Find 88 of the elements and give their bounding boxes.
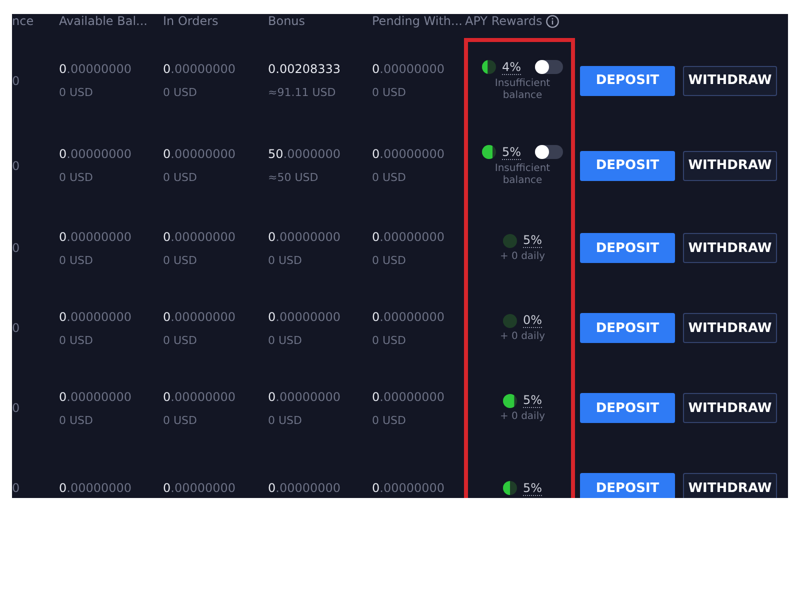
usd-value: 0 USD <box>268 414 303 426</box>
deposit-button[interactable]: DEPOSIT <box>580 313 675 343</box>
gauge-icon <box>502 234 517 248</box>
usd-value: ≈91.11 USD <box>268 86 337 99</box>
usd-value: 0 USD <box>372 86 407 99</box>
usd-value: 0 USD <box>372 414 407 426</box>
apy-rate: 5% <box>522 233 542 248</box>
toggle-switch[interactable] <box>535 145 564 159</box>
amount-value: 0.00000000 <box>59 230 133 244</box>
amount-value: 0.00000000 <box>163 230 237 244</box>
amount-value: 0.00000000 <box>59 310 133 324</box>
gauge-icon <box>502 394 517 408</box>
amount-value: 0 <box>12 401 21 415</box>
usd-value: 0 USD <box>59 171 94 184</box>
amount-value: 0.00000000 <box>268 230 342 244</box>
amount-value: 0.00000000 <box>59 62 133 76</box>
usd-value: 0 USD <box>268 254 303 266</box>
amount-value: 0.00000000 <box>163 481 237 495</box>
withdraw-button[interactable]: WITHDRAW <box>683 473 777 498</box>
amount-value: 0.00208333 <box>268 62 342 76</box>
amount-value: 0.00000000 <box>372 62 446 76</box>
usd-value: 0 USD <box>372 254 407 266</box>
column-header: Bonus <box>268 14 306 28</box>
apy-rate: 4% <box>502 60 522 74</box>
deposit-button[interactable]: DEPOSIT <box>580 66 675 96</box>
withdraw-button[interactable]: WITHDRAW <box>683 313 777 343</box>
withdraw-button[interactable]: WITHDRAW <box>683 233 777 263</box>
column-header: In Orders <box>163 14 220 28</box>
usd-value: 0 USD <box>59 334 94 346</box>
usd-value: 0 USD <box>372 334 407 346</box>
deposit-button[interactable]: DEPOSIT <box>580 233 675 263</box>
gauge-icon <box>482 145 496 159</box>
amount-value: 0.00000000 <box>372 390 446 404</box>
usd-value: 0 USD <box>59 86 94 99</box>
apy-rate: 0% <box>522 313 542 328</box>
amount-value: 0.00000000 <box>59 390 133 404</box>
amount-value: 0.00000000 <box>163 147 237 161</box>
gauge-icon <box>502 481 517 495</box>
amount-value: 0.00000000 <box>163 390 237 404</box>
toggle-switch[interactable] <box>535 60 564 74</box>
daily-reward: + 0 daily <box>498 331 546 343</box>
deposit-button[interactable]: DEPOSIT <box>580 150 675 180</box>
deposit-button[interactable]: DEPOSIT <box>580 393 675 423</box>
usd-value: 0 USD <box>268 334 303 346</box>
amount-value: 0.00000000 <box>268 310 342 324</box>
daily-reward: + 0 daily <box>498 411 546 423</box>
usd-value: 0 USD <box>59 254 94 266</box>
gauge-icon <box>502 314 517 328</box>
usd-value: 0 USD <box>163 254 198 266</box>
amount-value: 0.00000000 <box>372 147 446 161</box>
usd-value: 0 USD <box>163 86 198 99</box>
gauge-icon <box>482 60 496 74</box>
amount-value: 0.00000000 <box>372 310 446 324</box>
usd-value: 0 USD <box>372 171 407 184</box>
usd-value: 0 USD <box>59 414 94 426</box>
amount-value: 0.00000000 <box>163 62 237 76</box>
amount-value: 50.0000000 <box>268 147 342 161</box>
amount-value: 0.00000000 <box>268 390 342 404</box>
amount-value: 0.00000000 <box>268 481 342 495</box>
withdraw-button[interactable]: WITHDRAW <box>683 150 777 180</box>
apy-rate: 5% <box>522 393 542 408</box>
column-header: Pending With... <box>372 14 464 28</box>
daily-reward: + 0 daily <box>498 251 546 263</box>
amount-value: 0 <box>12 481 21 495</box>
column-header: Available Bal... <box>59 14 148 28</box>
amount-value: 0.00000000 <box>59 147 133 161</box>
status-note: Insufficient balance <box>494 162 552 186</box>
amount-value: 0.00000000 <box>163 310 237 324</box>
amount-value: 0 <box>12 158 21 172</box>
status-note: Insufficient balance <box>494 78 552 102</box>
deposit-button[interactable]: DEPOSIT <box>580 473 675 498</box>
apy-rate: 5% <box>522 480 542 496</box>
usd-value: 0 USD <box>163 334 198 346</box>
amount-value: 0 <box>12 321 21 335</box>
amount-value: 0.00000000 <box>59 481 133 495</box>
usd-value: 0 USD <box>163 171 198 184</box>
amount-value: 0 <box>12 241 21 255</box>
amount-value: 0.00000000 <box>372 230 446 244</box>
amount-value: 0.00000000 <box>372 481 446 495</box>
info-icon <box>546 14 560 28</box>
column-header: APY Rewards <box>465 14 580 28</box>
withdraw-button[interactable]: WITHDRAW <box>683 393 777 423</box>
apy-rate: 5% <box>502 144 522 160</box>
amount-value: 0 <box>12 74 21 88</box>
usd-value: ≈50 USD <box>268 171 320 184</box>
column-header: nce <box>12 14 35 28</box>
withdraw-button[interactable]: WITHDRAW <box>683 66 777 96</box>
usd-value: 0 USD <box>163 414 198 426</box>
